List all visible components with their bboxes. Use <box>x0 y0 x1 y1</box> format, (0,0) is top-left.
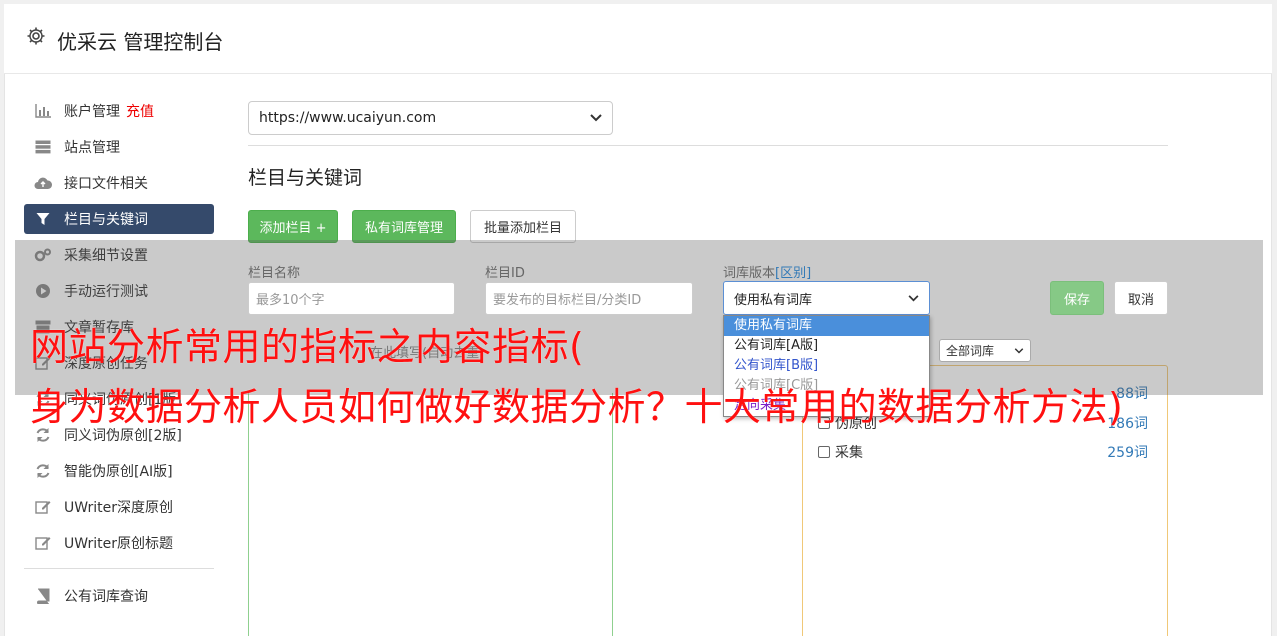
server-icon <box>34 139 52 155</box>
column-id-label: 栏目ID <box>485 266 525 281</box>
version-diff-link[interactable]: [区别] <box>775 266 811 281</box>
sidebar-item-account[interactable]: 账户管理 充值 <box>24 96 214 126</box>
cloud-upload-icon <box>34 175 52 191</box>
library-version-text: 词库版本 <box>723 266 776 281</box>
filter-icon <box>34 211 52 227</box>
watermark-line-1: 网站分析常用的指标之内容指标( <box>30 325 585 369</box>
dropdown-option[interactable]: 公有词库[B版] <box>724 356 929 376</box>
sidebar-item-public-lib-query[interactable]: 公有词库查询 <box>24 581 214 611</box>
sidebar-divider <box>24 568 214 569</box>
sidebar-item-label: 账户管理 <box>64 104 120 120</box>
gear-icon <box>27 27 45 45</box>
library-count[interactable]: 259词 <box>1107 442 1148 462</box>
library-row[interactable]: 采集 259词 <box>818 442 1148 462</box>
refresh-icon <box>34 427 52 443</box>
gray-overlay <box>15 240 1263 395</box>
book-icon <box>34 588 52 604</box>
sidebar-item-label: 公有词库查询 <box>64 589 148 605</box>
watermark-line-2: 身为数据分析人员如何做好数据分析？十大常用的数据分析方法) <box>30 385 1124 429</box>
app-header: 优采云 管理控制台 <box>4 4 1272 74</box>
sidebar-item-ai-rewrite[interactable]: 智能伪原创[AI版] <box>24 456 214 486</box>
library-version-label: 词库版本[区别] <box>723 262 811 281</box>
dropdown-option[interactable]: 公有词库[A版] <box>724 336 929 356</box>
save-button[interactable]: 保存 <box>1050 281 1104 315</box>
sidebar-item-columns-keywords[interactable]: 栏目与关键词 <box>24 204 214 234</box>
chevron-down-icon <box>590 114 602 122</box>
batch-add-column-button[interactable]: 批量添加栏目 <box>470 210 576 243</box>
all-libraries-value: 全部词库 <box>946 344 995 358</box>
sidebar-item-sites[interactable]: 站点管理 <box>24 132 214 162</box>
sidebar-item-label: UWriter原创标题 <box>64 536 173 552</box>
bar-chart-icon <box>34 103 52 119</box>
site-select[interactable]: https://www.ucaiyun.com <box>248 101 613 135</box>
cancel-button[interactable]: 取消 <box>1114 281 1168 315</box>
sidebar-item-interface-files[interactable]: 接口文件相关 <box>24 168 214 198</box>
site-select-value: https://www.ucaiyun.com <box>259 110 437 126</box>
library-version-value: 使用私有词库 <box>734 292 813 308</box>
all-libraries-select[interactable]: 全部词库 <box>939 339 1031 362</box>
sidebar-item-label: UWriter深度原创 <box>64 500 173 516</box>
sidebar-item-uwriter-deep[interactable]: UWriter深度原创 <box>24 492 214 522</box>
sidebar-item-label: 站点管理 <box>64 140 120 156</box>
sidebar-item-uwriter-title[interactable]: UWriter原创标题 <box>24 528 214 558</box>
library-checkbox[interactable] <box>818 446 830 458</box>
app-title: 优采云 管理控制台 <box>57 30 224 54</box>
column-name-label: 栏目名称 <box>248 266 301 281</box>
dropdown-option[interactable]: 使用私有词库 <box>724 316 929 336</box>
keywords-textarea[interactable] <box>248 393 613 636</box>
private-library-button[interactable]: 私有词库管理 <box>352 210 456 243</box>
section-title: 栏目与关键词 <box>248 167 363 189</box>
refresh-icon <box>34 463 52 479</box>
chevron-down-icon <box>1014 347 1024 354</box>
edit-icon <box>34 535 52 551</box>
divider <box>248 145 1168 146</box>
recharge-link[interactable]: 充值 <box>126 101 154 121</box>
library-version-select[interactable]: 使用私有词库 <box>723 281 930 315</box>
chevron-down-icon <box>908 294 919 301</box>
sidebar-item-label: 接口文件相关 <box>64 176 148 192</box>
sidebar-item-label: 智能伪原创[AI版] <box>64 464 173 480</box>
sidebar-item-label: 栏目与关键词 <box>64 212 148 228</box>
edit-icon <box>34 499 52 515</box>
column-name-input[interactable]: 最多10个字 <box>248 282 455 315</box>
library-name: 采集 <box>835 445 863 461</box>
add-column-button[interactable]: 添加栏目 + <box>248 210 338 243</box>
column-id-input[interactable]: 要发布的目标栏目/分类ID <box>485 282 693 315</box>
